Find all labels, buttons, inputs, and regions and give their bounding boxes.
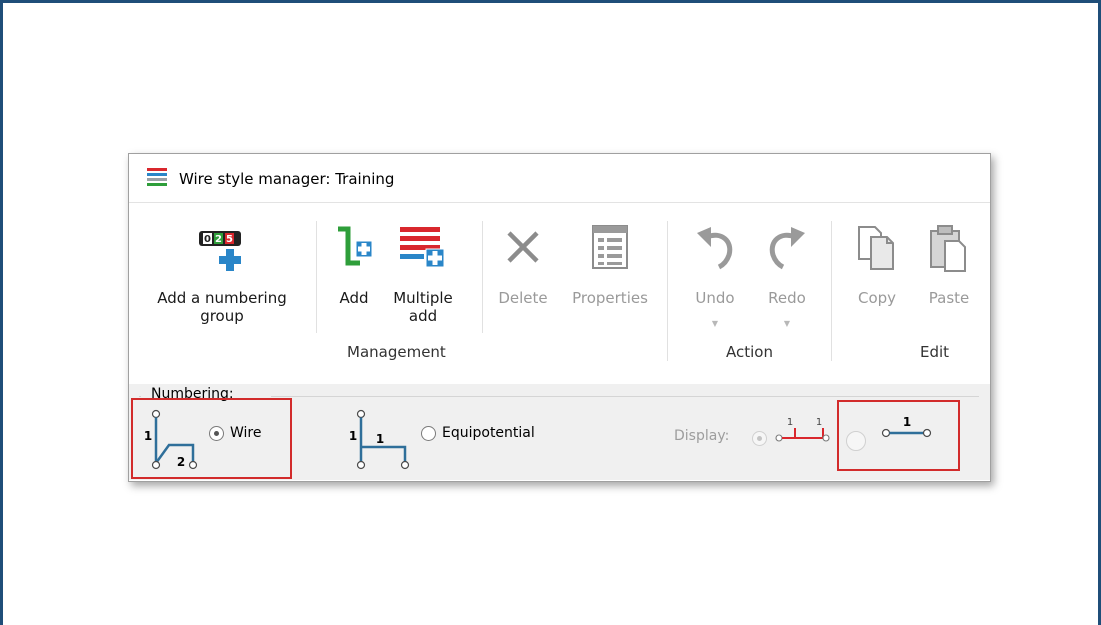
undo-label: Undo bbox=[695, 289, 735, 307]
redo-button[interactable]: Redo ▼ bbox=[757, 203, 817, 333]
numbering-counter-add-icon: 0 2 5 bbox=[199, 231, 241, 271]
ribbon-separator bbox=[831, 221, 832, 361]
ribbon-separator bbox=[667, 221, 668, 361]
redo-label: Redo bbox=[768, 289, 806, 307]
edit-group-label: Edit bbox=[920, 343, 950, 361]
properties-button[interactable]: Properties bbox=[563, 203, 657, 333]
copy-pages-icon bbox=[858, 226, 894, 270]
redo-arrow-icon bbox=[769, 227, 805, 270]
properties-label: Properties bbox=[572, 289, 648, 307]
paste-button[interactable]: Paste bbox=[919, 203, 979, 333]
undo-button[interactable]: Undo ▼ bbox=[685, 203, 745, 333]
ribbon-separator bbox=[316, 221, 317, 333]
wire-option-highlight bbox=[131, 398, 292, 479]
display-segment-numbers-icon: 1 1 bbox=[775, 417, 830, 442]
equipotential-numbering-diagram-icon: 1 1 bbox=[349, 409, 410, 470]
management-group-label: Management bbox=[347, 343, 446, 361]
properties-list-icon bbox=[592, 225, 628, 269]
add-button[interactable]: Add bbox=[329, 203, 379, 333]
wire-style-manager-icon bbox=[147, 168, 167, 186]
ribbon-toolbar: 0 2 5 Add a numbering group Add Multiple… bbox=[129, 202, 990, 385]
multiple-add-button[interactable]: Multiple add bbox=[391, 203, 455, 333]
display-label: Display: bbox=[674, 428, 730, 444]
display-option-highlight bbox=[837, 400, 960, 471]
action-group-label: Action bbox=[726, 343, 773, 361]
undo-dropdown-arrow[interactable]: ▼ bbox=[712, 319, 718, 328]
add-label: Add bbox=[339, 289, 369, 307]
svg-text:0: 0 bbox=[204, 234, 211, 245]
redo-dropdown-arrow[interactable]: ▼ bbox=[784, 319, 790, 328]
display-number-a: 1 bbox=[787, 417, 793, 428]
copy-button[interactable]: Copy bbox=[847, 203, 907, 333]
add-numbering-group-label: Add a numbering group bbox=[157, 289, 287, 325]
display-number-b: 1 bbox=[816, 417, 822, 428]
delete-button[interactable]: Delete bbox=[493, 203, 553, 333]
add-numbering-group-button[interactable]: 0 2 5 Add a numbering group bbox=[137, 203, 307, 333]
title-bar: Wire style manager: Training bbox=[129, 154, 990, 202]
undo-arrow-icon bbox=[697, 227, 733, 270]
multiple-add-label: Multiple add bbox=[393, 289, 453, 325]
add-wire-style-icon bbox=[338, 226, 373, 266]
svg-text:5: 5 bbox=[226, 234, 233, 245]
multiple-add-wire-styles-icon bbox=[400, 227, 445, 268]
equipotential-option-label[interactable]: Equipotential bbox=[442, 425, 535, 441]
equipotential-radio[interactable] bbox=[421, 426, 436, 441]
window-title: Wire style manager: Training bbox=[179, 170, 395, 188]
display-each-segment-radio[interactable] bbox=[752, 431, 767, 446]
paste-label: Paste bbox=[928, 289, 970, 307]
copy-label: Copy bbox=[857, 289, 897, 307]
delete-x-icon bbox=[507, 231, 539, 263]
svg-text:2: 2 bbox=[215, 234, 222, 245]
delete-label: Delete bbox=[498, 289, 548, 307]
paste-clipboard-icon bbox=[930, 225, 966, 272]
equipotential-number-a: 1 bbox=[349, 429, 357, 443]
equipotential-number-b: 1 bbox=[376, 432, 384, 446]
ribbon-separator bbox=[482, 221, 483, 333]
